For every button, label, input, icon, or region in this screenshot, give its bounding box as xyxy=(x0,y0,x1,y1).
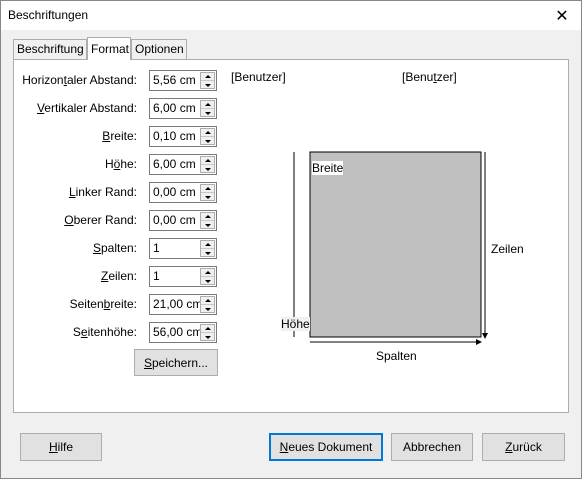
labels-dialog: Beschriftungen ✕ Beschriftung Format Opt… xyxy=(0,0,582,479)
preview-zeilen-label: Zeilen xyxy=(491,242,524,256)
rows-spin-buttons[interactable] xyxy=(200,268,215,285)
arrow-down-icon xyxy=(204,83,211,87)
arrow-up-icon xyxy=(204,159,211,162)
decrement-button[interactable] xyxy=(201,333,214,341)
top-margin-spinbox[interactable]: 0,00 cm xyxy=(149,210,217,231)
columns-spinbox[interactable]: 1 xyxy=(149,238,217,259)
decrement-button[interactable] xyxy=(201,81,214,89)
decrement-button[interactable] xyxy=(201,305,214,313)
decrement-button[interactable] xyxy=(201,249,214,257)
arrow-up-icon xyxy=(204,75,211,78)
new-document-button[interactable]: Neues Dokument xyxy=(269,433,383,461)
user-label-right: [Benutzer] xyxy=(402,70,457,84)
increment-button[interactable] xyxy=(201,213,214,221)
close-icon: ✕ xyxy=(555,7,569,25)
arrow-up-icon xyxy=(204,187,211,190)
left-margin-input[interactable]: 0,00 cm xyxy=(153,185,196,199)
top-margin-label: Oberer Rand: xyxy=(64,213,137,227)
horizontal-spacing-spin-buttons[interactable] xyxy=(200,72,215,89)
vertical-spacing-spinbox[interactable]: 6,00 cm xyxy=(149,98,217,119)
vertical-spacing-input[interactable]: 6,00 cm xyxy=(153,101,196,115)
close-button[interactable]: ✕ xyxy=(543,1,581,30)
arrow-up-icon xyxy=(204,271,211,274)
help-button[interactable]: Hilfe xyxy=(20,433,102,461)
increment-button[interactable] xyxy=(201,157,214,165)
save-button[interactable]: Speichern... xyxy=(134,349,218,376)
arrow-up-icon xyxy=(204,103,211,106)
arrow-down-icon xyxy=(204,195,211,199)
width-input[interactable]: 0,10 cm xyxy=(153,129,196,143)
increment-button[interactable] xyxy=(201,325,214,333)
tab-beschriftung[interactable]: Beschriftung xyxy=(13,39,87,59)
arrow-down-icon xyxy=(204,251,211,255)
page-width-spinbox[interactable]: 21,00 cm xyxy=(149,294,217,315)
left-margin-spinbox[interactable]: 0,00 cm xyxy=(149,182,217,203)
top-margin-input[interactable]: 0,00 cm xyxy=(153,213,196,227)
page-height-label: Seitenhöhe: xyxy=(72,325,137,339)
rows-label: Zeilen: xyxy=(100,269,137,283)
increment-button[interactable] xyxy=(201,185,214,193)
increment-button[interactable] xyxy=(201,241,214,249)
vertical-spacing-label: Vertikaler Abstand: xyxy=(36,101,137,115)
arrow-up-icon xyxy=(204,215,211,218)
arrow-down-icon xyxy=(204,111,211,115)
increment-button[interactable] xyxy=(201,269,214,277)
arrow-down-icon xyxy=(204,167,211,171)
width-spinbox[interactable]: 0,10 cm xyxy=(149,126,217,147)
arrow-down-icon xyxy=(204,307,211,311)
height-label: Höhe: xyxy=(104,157,137,171)
window-title: Beschriftungen xyxy=(8,8,89,22)
decrement-button[interactable] xyxy=(201,137,214,145)
arrow-up-icon xyxy=(204,327,211,330)
height-input[interactable]: 6,00 cm xyxy=(153,157,196,171)
user-label-left: [Benutzer] xyxy=(231,70,286,84)
columns-input[interactable]: 1 xyxy=(153,241,160,255)
increment-button[interactable] xyxy=(201,297,214,305)
arrow-up-icon xyxy=(204,299,211,302)
increment-button[interactable] xyxy=(201,73,214,81)
top-margin-spin-buttons[interactable] xyxy=(200,212,215,229)
decrement-button[interactable] xyxy=(201,109,214,117)
tab-optionen[interactable]: Optionen xyxy=(131,39,187,59)
rows-input[interactable]: 1 xyxy=(153,269,160,283)
page-height-spin-buttons[interactable] xyxy=(200,324,215,341)
left-margin-spin-buttons[interactable] xyxy=(200,184,215,201)
arrow-down-icon xyxy=(204,279,211,283)
horizontal-spacing-spinbox[interactable]: 5,56 cm xyxy=(149,70,217,91)
decrement-button[interactable] xyxy=(201,277,214,285)
page-height-input[interactable]: 56,00 cm xyxy=(153,325,202,339)
page-width-input[interactable]: 21,00 cm xyxy=(153,297,202,311)
decrement-button[interactable] xyxy=(201,193,214,201)
arrow-down-icon xyxy=(204,335,211,339)
decrement-button[interactable] xyxy=(201,165,214,173)
preview-breite-label: Breite xyxy=(312,161,344,175)
vertical-spacing-spin-buttons[interactable] xyxy=(200,100,215,117)
tab-format[interactable]: Format xyxy=(87,37,131,60)
arrow-up-icon xyxy=(204,131,211,134)
title-bar: Beschriftungen ✕ xyxy=(1,1,581,30)
columns-spin-buttons[interactable] xyxy=(200,240,215,257)
back-button[interactable]: Zurück xyxy=(482,433,565,461)
height-spinbox[interactable]: 6,00 cm xyxy=(149,154,217,175)
decrement-button[interactable] xyxy=(201,221,214,229)
columns-label: Spalten: xyxy=(92,241,137,255)
page-width-label: Seitenbreite: xyxy=(69,297,137,311)
horizontal-spacing-label: Horizontaler Abstand: xyxy=(22,73,137,87)
page-width-spin-buttons[interactable] xyxy=(200,296,215,313)
left-margin-label: Linker Rand: xyxy=(68,185,137,199)
rows-spinbox[interactable]: 1 xyxy=(149,266,217,287)
arrow-down-icon xyxy=(204,223,211,227)
horizontal-spacing-input[interactable]: 5,56 cm xyxy=(153,73,196,87)
arrow-up-icon xyxy=(204,243,211,246)
cancel-button[interactable]: Abbrechen xyxy=(391,433,473,461)
increment-button[interactable] xyxy=(201,129,214,137)
width-spin-buttons[interactable] xyxy=(200,128,215,145)
page-height-spinbox[interactable]: 56,00 cm xyxy=(149,322,217,343)
arrow-down-icon xyxy=(204,139,211,143)
increment-button[interactable] xyxy=(201,101,214,109)
preview-spalten-label: Spalten xyxy=(376,349,417,363)
width-label: Breite: xyxy=(102,129,137,143)
height-spin-buttons[interactable] xyxy=(200,156,215,173)
preview-hoehe-label: Höhe xyxy=(281,317,310,331)
